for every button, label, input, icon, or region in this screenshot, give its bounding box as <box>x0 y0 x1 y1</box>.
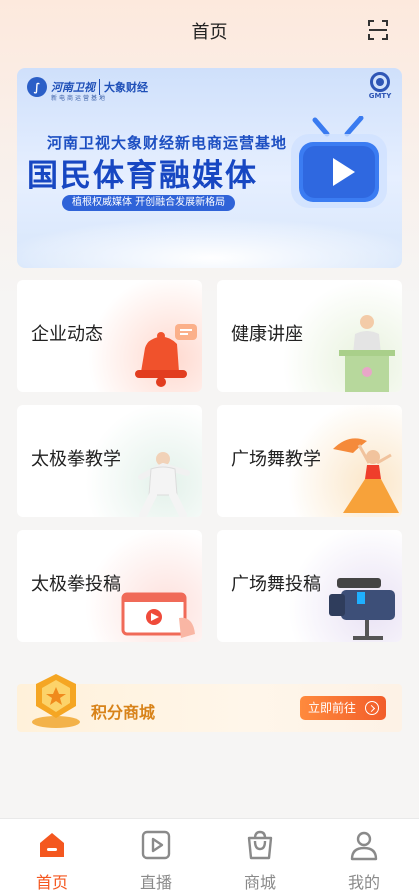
video-upload-icon <box>121 592 195 638</box>
page-title: 首页 <box>191 22 228 43</box>
card-label: 太极拳投稿 <box>31 574 121 595</box>
card-company-news[interactable]: 企业动态 <box>17 280 202 392</box>
card-taichi-teaching[interactable]: 太极拳教学 <box>17 405 202 517</box>
live-icon <box>141 830 171 860</box>
card-label: 健康讲座 <box>231 324 303 345</box>
card-square-dance-teaching[interactable]: 广场舞教学 <box>217 405 402 517</box>
shop-bag-icon <box>247 830 273 860</box>
arrow-right-icon <box>365 701 379 715</box>
taichi-man-icon <box>138 452 190 517</box>
banner-title: 国民体育融媒体 <box>27 158 258 194</box>
lecturer-podium-icon <box>339 315 395 392</box>
card-square-dance-submission[interactable]: 广场舞投稿 <box>217 530 402 642</box>
banner-wave <box>17 218 402 268</box>
card-health-lecture[interactable]: 健康讲座 <box>217 280 402 392</box>
promo-banner[interactable]: ∫ 河南卫视 大象财经 新电商运营基地 GMTY 河南卫视大象财经新电商运营基地… <box>17 68 402 268</box>
card-label: 广场舞投稿 <box>231 574 321 595</box>
home-icon <box>40 833 64 857</box>
bottom-tab-bar: 首页 直播 商城 我的 <box>0 818 419 892</box>
card-label: 广场舞教学 <box>231 449 321 470</box>
dancer-icon <box>333 438 399 513</box>
card-label: 太极拳教学 <box>31 449 121 470</box>
bell-icon <box>135 324 197 387</box>
scan-icon[interactable] <box>366 18 390 42</box>
points-mall-label: 积分商城 <box>91 703 156 722</box>
header: 首页 <box>0 0 419 60</box>
tab-mine[interactable]: 我的 <box>312 819 416 892</box>
go-now-button[interactable]: 立即前往 <box>300 696 386 720</box>
tv-play-icon <box>291 116 387 208</box>
banner-slogan: 植根权威媒体 开创融合发展新格局 <box>62 195 236 211</box>
card-taichi-submission[interactable]: 太极拳投稿 <box>17 530 202 642</box>
tab-live[interactable]: 直播 <box>104 819 208 892</box>
user-icon <box>350 831 378 861</box>
tab-shop[interactable]: 商城 <box>208 819 312 892</box>
tab-home[interactable]: 首页 <box>0 819 104 892</box>
henan-tv-logo: ∫ 河南卫视 大象财经 新电商运营基地 <box>27 76 148 102</box>
camera-icon <box>329 578 395 640</box>
medal-icon <box>32 674 80 728</box>
card-label: 企业动态 <box>31 324 103 345</box>
gmty-logo: GMTY <box>364 72 396 102</box>
